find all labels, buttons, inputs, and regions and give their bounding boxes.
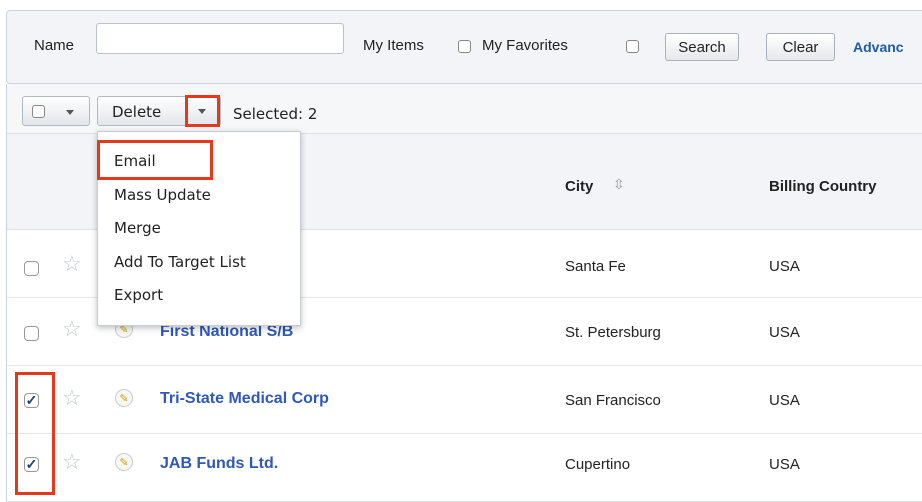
- star-icon[interactable]: ☆: [62, 253, 82, 275]
- menu-item-export[interactable]: Export: [114, 286, 163, 304]
- delete-button[interactable]: Delete: [112, 103, 161, 121]
- star-icon[interactable]: ☆: [62, 318, 82, 340]
- edit-pencil-icon[interactable]: ✎: [115, 453, 133, 471]
- account-name-link[interactable]: JAB Funds Ltd.: [160, 455, 278, 473]
- menu-item-email[interactable]: Email: [114, 152, 156, 170]
- account-name-link[interactable]: Tri-State Medical Corp: [160, 390, 329, 408]
- row-checkbox[interactable]: [24, 261, 39, 276]
- select-all-dropdown[interactable]: [22, 96, 90, 126]
- billing-country-cell: USA: [769, 456, 800, 473]
- my-items-label: My Items: [363, 37, 424, 54]
- star-icon[interactable]: ☆: [62, 387, 82, 409]
- city-cell: San Francisco: [565, 392, 661, 409]
- city-cell: Cupertino: [565, 456, 631, 473]
- edit-pencil-icon[interactable]: ✎: [115, 389, 133, 407]
- my-favorites-checkbox[interactable]: [626, 40, 639, 53]
- chevron-down-icon: [66, 110, 74, 115]
- star-icon[interactable]: ☆: [62, 451, 82, 473]
- city-cell: St. Petersburg: [565, 324, 661, 341]
- select-all-checkbox[interactable]: [32, 105, 45, 118]
- billing-country-cell: USA: [769, 324, 800, 341]
- sort-icon[interactable]: ⇳: [613, 176, 625, 193]
- column-header-billing-country[interactable]: Billing Country: [769, 178, 877, 195]
- menu-item-merge[interactable]: Merge: [114, 219, 161, 237]
- name-label: Name: [34, 37, 75, 54]
- chevron-down-icon: [198, 109, 206, 114]
- selected-count: Selected: 2: [233, 105, 318, 123]
- billing-country-cell: USA: [769, 392, 800, 409]
- column-header-city[interactable]: City: [565, 178, 593, 195]
- clear-button[interactable]: Clear: [766, 33, 835, 61]
- my-favorites-label: My Favorites: [482, 37, 568, 54]
- advanced-search-link[interactable]: Advanc: [853, 39, 904, 55]
- city-cell: Santa Fe: [565, 258, 626, 275]
- actions-dropdown-toggle[interactable]: [185, 95, 220, 127]
- checked-rows-highlight: [15, 372, 55, 495]
- name-search-input[interactable]: [96, 23, 344, 54]
- search-button[interactable]: Search: [665, 33, 739, 61]
- billing-country-cell: USA: [769, 258, 800, 275]
- menu-item-mass-update[interactable]: Mass Update: [114, 186, 211, 204]
- menu-item-add-to-target-list[interactable]: Add To Target List: [114, 253, 246, 271]
- row-checkbox[interactable]: [24, 326, 39, 341]
- my-items-checkbox[interactable]: [458, 40, 471, 53]
